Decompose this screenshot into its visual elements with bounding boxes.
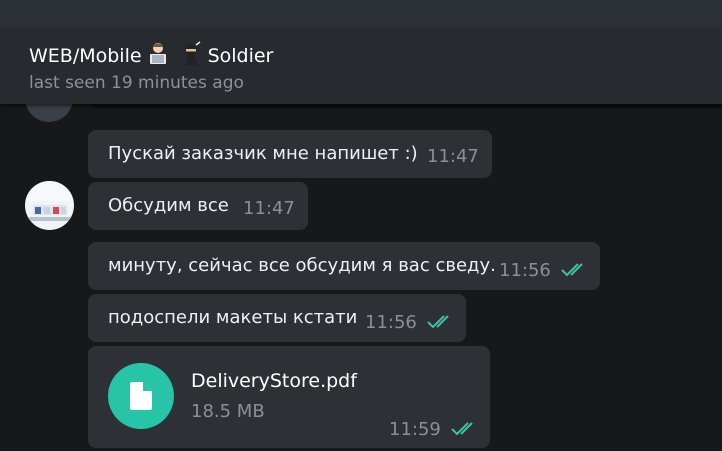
chat-title[interactable]: WEB/Mobile Soldier — [29, 41, 273, 70]
file-size: 18.5 MB — [191, 401, 265, 422]
chat-title-part2: Soldier — [207, 44, 274, 67]
message-time: 11:59 — [389, 419, 441, 440]
message-time: 11:56 — [365, 312, 417, 333]
message-list[interactable]: Пускай заказчик мне напишет :) 11:47 Обс… — [0, 104, 722, 451]
message-text: подоспели макеты кстати — [108, 307, 358, 328]
chat-title-part1: WEB/Mobile — [29, 44, 142, 67]
message-time: 11:47 — [243, 198, 295, 219]
double-check-icon — [451, 422, 473, 436]
previous-avatar — [25, 104, 73, 122]
double-check-icon — [561, 263, 583, 277]
message-bubble[interactable]: минуту, сейчас все обсудим я вас сведу. … — [88, 242, 600, 290]
message-bubble[interactable]: подоспели макеты кстати 11:56 — [88, 294, 466, 342]
file-download-button[interactable] — [108, 363, 174, 429]
sender-avatar[interactable] — [25, 181, 74, 230]
double-check-icon — [427, 315, 449, 329]
message-text: Пускай заказчик мне напишет :) — [108, 143, 418, 164]
message-time: 11:56 — [499, 260, 551, 281]
message-bubble[interactable]: Обсудим все 11:47 — [88, 182, 308, 230]
message-text: минуту, сейчас все обсудим я вас сведу. — [108, 255, 496, 276]
previous-message-bubble — [88, 104, 722, 108]
chat-header[interactable]: WEB/Mobile Soldier last seen 19 minutes … — [0, 28, 722, 104]
ninja-emoji-icon — [180, 41, 202, 70]
document-icon — [130, 382, 152, 410]
message-time: 11:47 — [427, 146, 479, 167]
message-bubble[interactable]: Пускай заказчик мне напишет :) 11:47 — [88, 130, 492, 178]
message-text: Обсудим все — [108, 195, 229, 216]
last-seen-status: last seen 19 minutes ago — [29, 73, 244, 93]
window-top-strip — [0, 0, 722, 28]
file-message-bubble[interactable]: DeliveryStore.pdf 18.5 MB 11:59 — [88, 346, 490, 448]
file-name[interactable]: DeliveryStore.pdf — [191, 370, 357, 392]
laptop-person-emoji-icon — [146, 41, 170, 70]
